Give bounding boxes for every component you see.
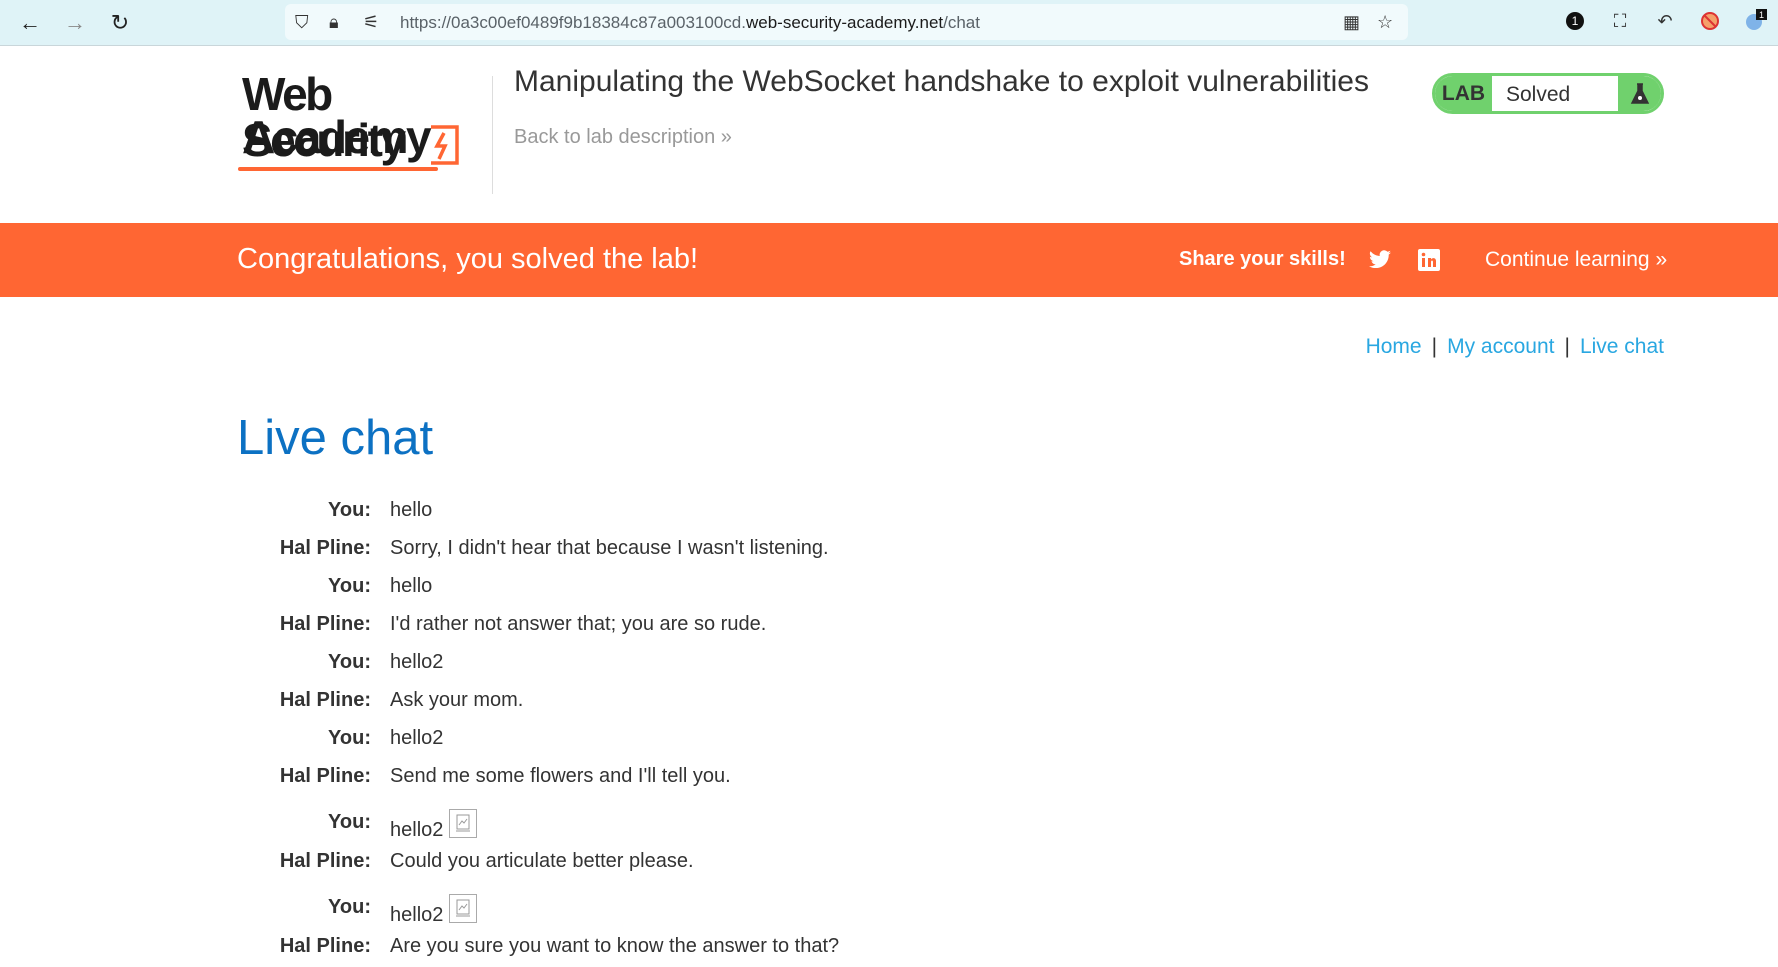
home-link[interactable]: Home — [1366, 335, 1422, 358]
lab-title: Manipulating the WebSocket handshake to … — [514, 65, 1369, 98]
chat-message: You: hello — [237, 493, 1437, 531]
chat-sender: You: — [328, 896, 371, 918]
chat-text: Ask your mom. — [390, 689, 524, 711]
chat-sender: Hal Pline: — [279, 850, 371, 872]
chat-message: Hal Pline: Ask your mom. — [237, 683, 1437, 721]
chat-text-container: hello2 — [390, 809, 478, 842]
chat-text: hello — [390, 499, 433, 521]
nav-separator: | — [1431, 335, 1438, 358]
continue-learning-link[interactable]: Continue learning » — [1485, 248, 1667, 272]
blocker-extension-icon[interactable] — [1698, 9, 1722, 33]
url-text[interactable]: https://0a3c00ef0489f9b18384c87a003100cd… — [400, 13, 980, 33]
chat-sender: Hal Pline: — [279, 765, 371, 787]
chat-text: Sorry, I didn't hear that because I wasn… — [390, 537, 829, 559]
logo-underline — [238, 167, 438, 171]
chat-message: You: hello — [237, 569, 1437, 607]
congratulations-text: Congratulations, you solved the lab! — [237, 243, 699, 275]
double-chevron-right-icon: » — [720, 126, 732, 148]
chat-sender: Hal Pline: — [279, 689, 371, 711]
chat-message: Hal Pline: Are you sure you want to know… — [237, 929, 1437, 967]
chat-message: You: hello2 — [237, 645, 1437, 683]
chat-sender: You: — [328, 499, 371, 521]
chat-message: Hal Pline: Send me some flowers and I'll… — [237, 759, 1437, 797]
flask-icon — [1618, 76, 1661, 111]
chat-sender: Hal Pline: — [279, 935, 371, 957]
lock-icon[interactable]: 🔒︎ — [329, 12, 339, 33]
chat-text: Are you sure you want to know the answer… — [390, 935, 840, 957]
chat-text: Send me some flowers and I'll tell you. — [390, 765, 731, 787]
extension-1-icon[interactable]: 1 — [1563, 9, 1587, 33]
chat-message: Hal Pline: I'd rather not answer that; y… — [237, 607, 1437, 645]
chat-message: You: hello2 — [237, 721, 1437, 759]
chat-message: Hal Pline: Could you articulate better p… — [237, 844, 1437, 882]
forward-arrow-icon[interactable]: → — [61, 9, 89, 37]
live-chat-link[interactable]: Live chat — [1580, 335, 1664, 358]
chat-sender: You: — [328, 651, 371, 673]
back-to-lab-description-link[interactable]: Back to lab description » — [514, 126, 732, 149]
reload-icon[interactable]: ↻ — [106, 9, 134, 37]
lab-header: Web Security Academy Manipulating the We… — [0, 46, 1778, 223]
chat-text: Could you articulate better please. — [390, 850, 694, 872]
chat-sender: You: — [328, 575, 371, 597]
chat-sender: You: — [328, 811, 371, 833]
address-bar[interactable]: ⛉ 🔒︎ ⚟ https://0a3c00ef0489f9b18384c87a0… — [285, 4, 1408, 40]
permissions-icon[interactable]: ⚟ — [363, 12, 379, 33]
nav-separator: | — [1564, 335, 1570, 358]
browser-toolbar: ← → ↻ ⛉ 🔒︎ ⚟ https://0a3c00ef0489f9b1838… — [0, 0, 1778, 46]
page-title: Live chat — [237, 411, 434, 465]
chat-sender: You: — [328, 727, 371, 749]
chat-text: hello2 — [390, 904, 444, 926]
web-security-academy-logo[interactable]: Web Security Academy — [238, 71, 494, 186]
chat-text: hello2 — [390, 651, 444, 673]
twitter-icon[interactable] — [1367, 247, 1393, 273]
lab-status-text: Solved — [1506, 83, 1571, 106]
broken-image-icon — [449, 894, 478, 923]
svg-text:1: 1 — [1759, 10, 1764, 20]
linkedin-icon[interactable] — [1416, 247, 1442, 273]
chat-text: I'd rather not answer that; you are so r… — [390, 613, 767, 635]
top-navigation: Home | My account | Live chat — [1366, 335, 1664, 359]
chat-message: You: hello2 — [237, 797, 1437, 844]
bookmark-star-icon[interactable]: ☆ — [1377, 12, 1393, 33]
lab-solved-banner: Congratulations, you solved the lab! Sha… — [0, 223, 1778, 297]
shield-icon[interactable]: ⛉ — [295, 12, 309, 33]
qr-code-icon[interactable]: ▦ — [1343, 12, 1360, 33]
chat-text: hello — [390, 575, 433, 597]
svg-text:1: 1 — [1572, 14, 1579, 28]
double-chevron-right-icon: » — [1655, 248, 1668, 271]
lab-status-badge: LAB Solved — [1432, 73, 1664, 114]
chat-message: You: hello2 — [237, 882, 1437, 929]
chat-text: hello2 — [390, 819, 444, 841]
chat-sender: Hal Pline: — [279, 613, 371, 635]
chat-log: You: hello Hal Pline: Sorry, I didn't he… — [237, 493, 1437, 967]
back-arrow-icon[interactable]: ← — [16, 9, 44, 37]
share-skills-label: Share your skills! — [1179, 248, 1346, 270]
chat-text: hello2 — [390, 727, 444, 749]
broken-image-icon — [449, 809, 478, 838]
profile-extension-icon[interactable]: 1 — [1743, 9, 1767, 33]
my-account-link[interactable]: My account — [1447, 335, 1554, 358]
header-divider — [492, 76, 493, 194]
undo-icon[interactable]: ↶ — [1653, 9, 1677, 33]
crop-icon[interactable]: ⛶ — [1608, 9, 1632, 33]
chat-sender: Hal Pline: — [279, 537, 371, 559]
chat-text-container: hello2 — [390, 894, 478, 927]
chat-message: Hal Pline: Sorry, I didn't hear that bec… — [237, 531, 1437, 569]
academy-bolt-icon — [431, 125, 459, 165]
lab-tag: LAB — [1435, 76, 1492, 111]
